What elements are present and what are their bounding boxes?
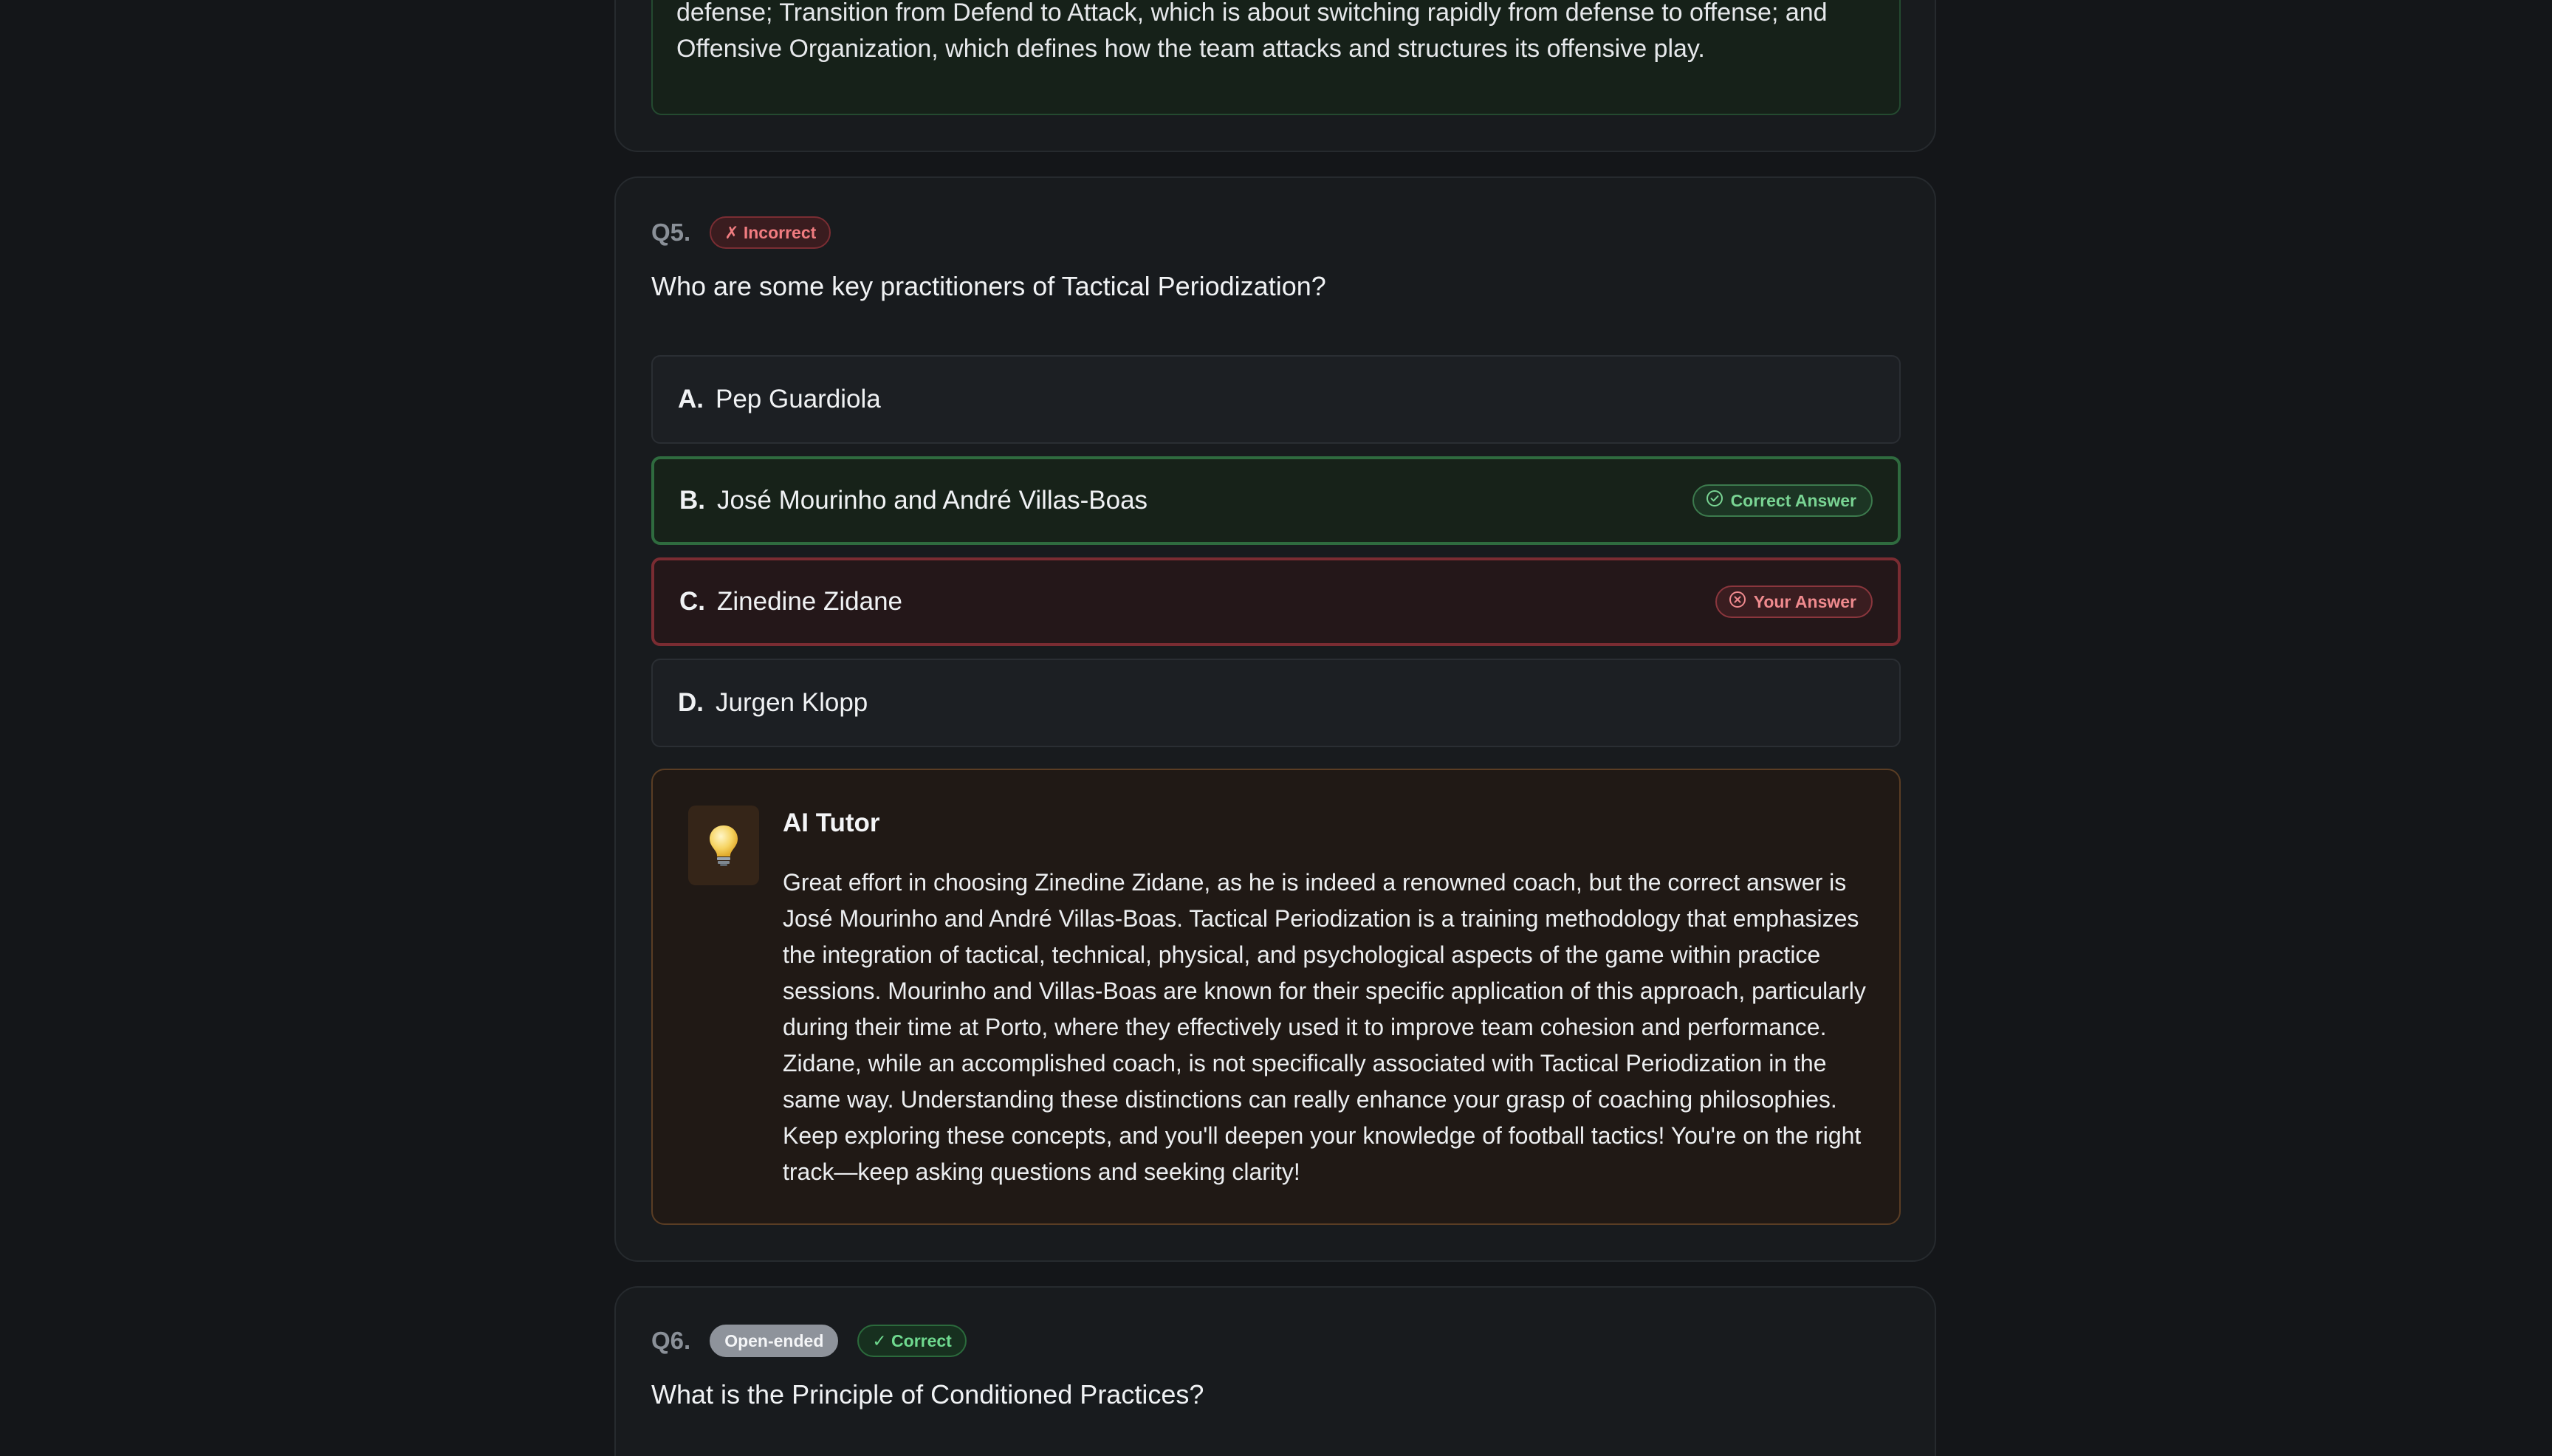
option-text: José Mourinho and André Villas-Boas bbox=[717, 486, 1148, 515]
question-text: Who are some key practitioners of Tactic… bbox=[651, 271, 1326, 301]
question-card-q4: defends collectively; Transition from At… bbox=[614, 0, 1936, 152]
question-text: What is the Principle of Conditioned Pra… bbox=[651, 1379, 1204, 1409]
option-a[interactable]: A. Pep Guardiola bbox=[651, 355, 1901, 444]
x-circle-icon bbox=[1729, 591, 1746, 613]
option-c[interactable]: C. Zinedine Zidane Your Answer bbox=[651, 557, 1901, 646]
status-badge-incorrect: ✗ Incorrect bbox=[710, 216, 831, 249]
badge-label: Correct Answer bbox=[1730, 490, 1856, 510]
option-letter: C. bbox=[679, 587, 705, 616]
question-header: Q6. Open-ended ✓ Correct bbox=[651, 1325, 967, 1357]
option-d[interactable]: D. Jurgen Klopp bbox=[651, 659, 1901, 747]
question-number: Q5. bbox=[651, 219, 691, 246]
your-answer-badge: Your Answer bbox=[1715, 586, 1873, 618]
option-b[interactable]: B. José Mourinho and André Villas-Boas C… bbox=[651, 456, 1901, 545]
question-header: Q5. ✗ Incorrect bbox=[651, 216, 831, 249]
option-text: Jurgen Klopp bbox=[716, 688, 868, 717]
option-letter: D. bbox=[678, 688, 704, 717]
question-type-badge: Open-ended bbox=[710, 1325, 839, 1357]
option-letter: A. bbox=[678, 385, 704, 413]
option-text: Pep Guardiola bbox=[716, 385, 881, 413]
option-letter: B. bbox=[679, 486, 705, 515]
correct-answer-badge: Correct Answer bbox=[1692, 484, 1873, 517]
question-card-q5: Q5. ✗ Incorrect Who are some key practit… bbox=[614, 176, 1936, 1262]
option-text: Zinedine Zidane bbox=[717, 587, 902, 616]
check-circle-icon bbox=[1706, 490, 1723, 512]
tutor-title: AI Tutor bbox=[783, 808, 880, 837]
explanation-box: defends collectively; Transition from At… bbox=[651, 0, 1901, 115]
status-badge-correct: ✓ Correct bbox=[857, 1325, 967, 1357]
question-number: Q6. bbox=[651, 1327, 691, 1354]
tutor-feedback-text: Great effort in choosing Zinedine Zidane… bbox=[783, 869, 1866, 1185]
badge-label: Your Answer bbox=[1753, 591, 1856, 611]
question-card-q6: Q6. Open-ended ✓ Correct What is the Pri… bbox=[614, 1286, 1936, 1456]
ai-tutor-panel: AI Tutor Great effort in choosing Zinedi… bbox=[651, 769, 1901, 1225]
quiz-results-page: defends collectively; Transition from At… bbox=[0, 0, 2552, 1456]
lightbulb-icon bbox=[688, 806, 759, 885]
